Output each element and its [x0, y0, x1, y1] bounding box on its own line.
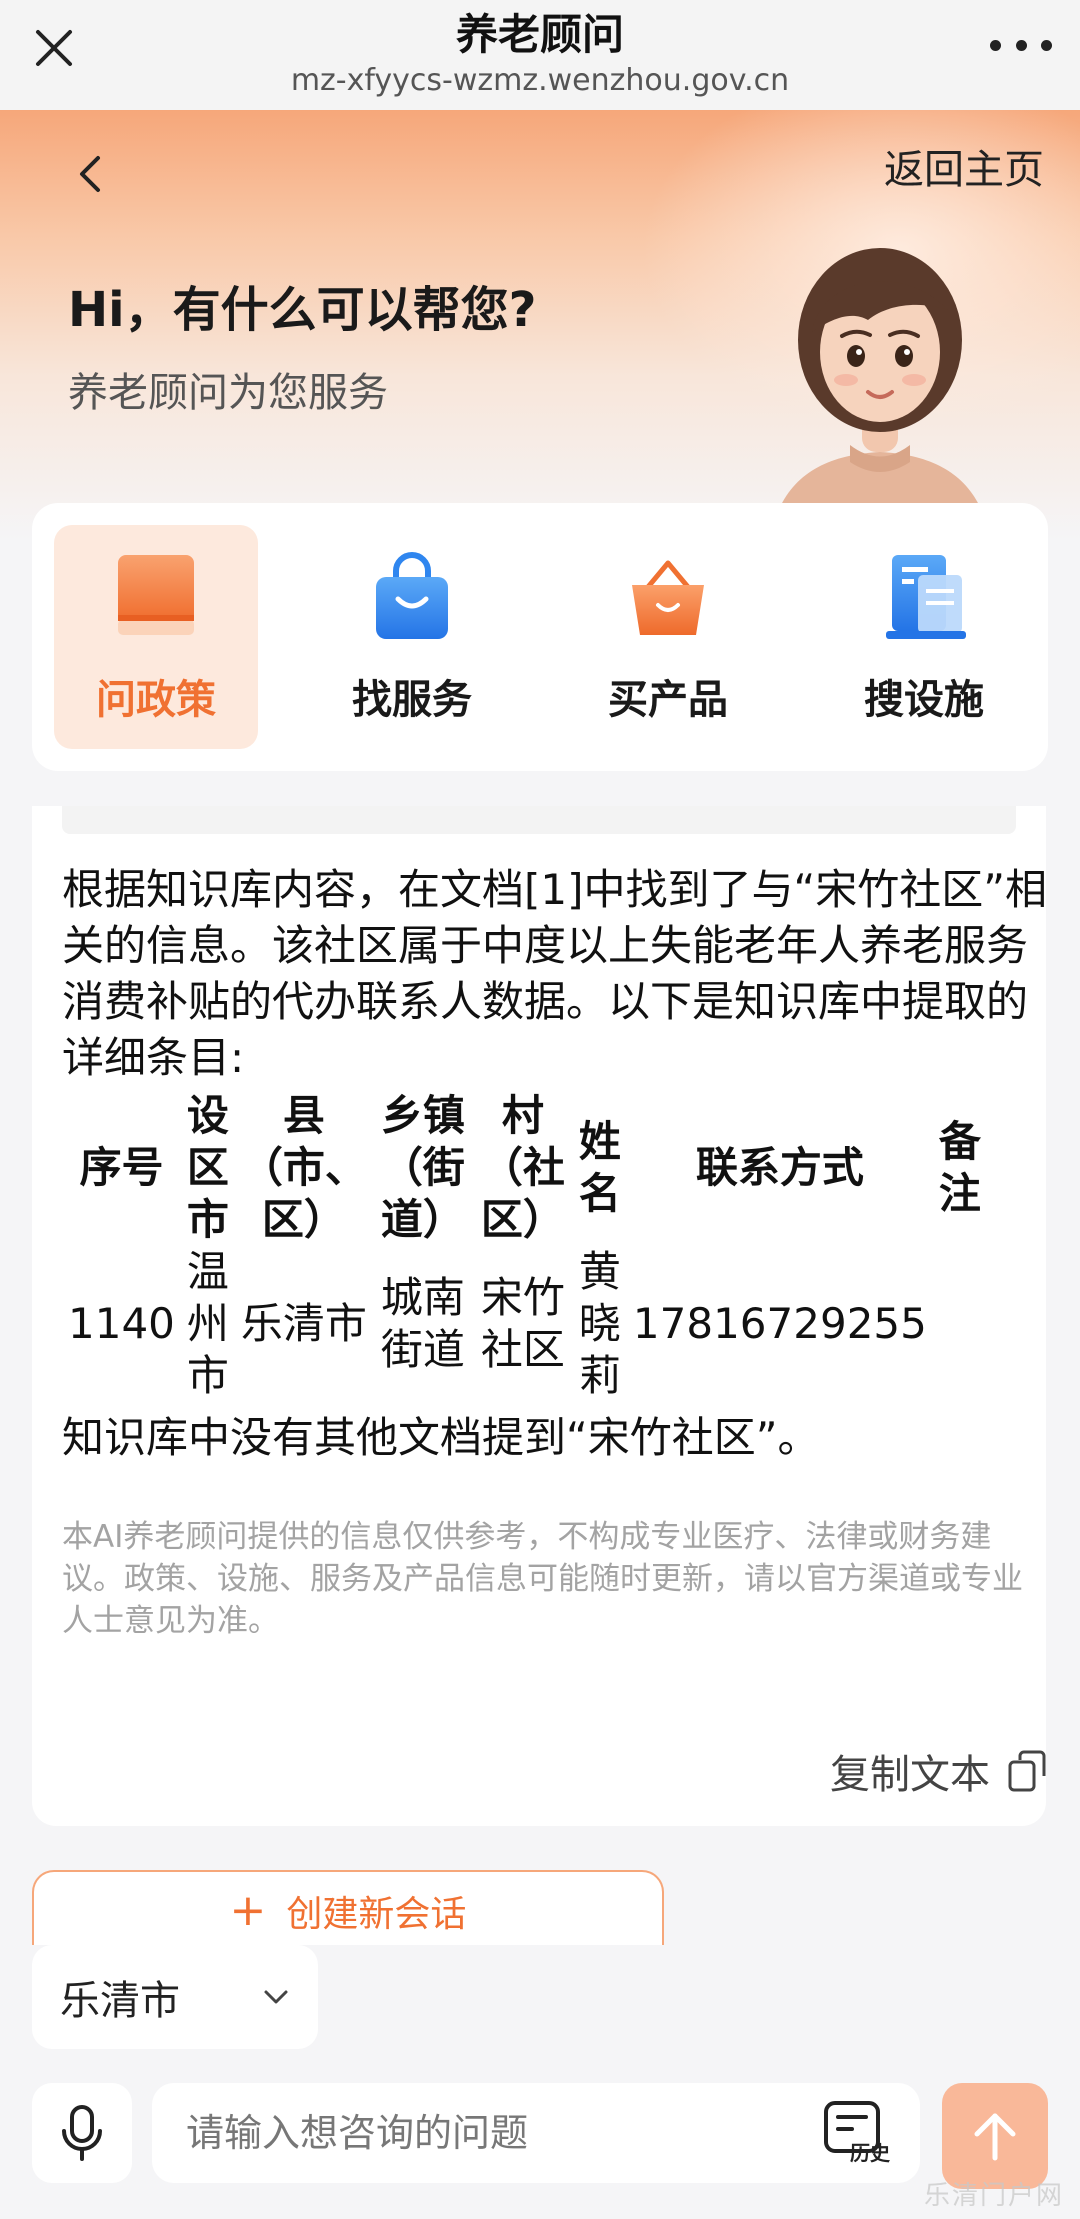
category-search-facility[interactable]: 搜设施: [822, 525, 1026, 749]
new-session-button[interactable]: + 创建新会话: [32, 1870, 664, 1950]
back-arrow-icon[interactable]: [70, 146, 110, 202]
greeting-subtitle: 养老顾问为您服务: [68, 370, 388, 416]
browser-titles: 养老顾问 mz-xfyycs-wzmz.wenzhou.gov.cn: [291, 9, 789, 101]
question-input[interactable]: [186, 2105, 746, 2161]
voice-input-button[interactable]: [32, 2083, 132, 2183]
col-header-county: 县（市、区）: [240, 1091, 367, 1244]
cell-town: 城南街道: [380, 1273, 465, 1374]
close-icon[interactable]: [28, 22, 80, 74]
city-select[interactable]: 乐清市: [32, 1945, 318, 2049]
assistant-avatar: [770, 248, 990, 540]
book-icon: [118, 555, 194, 635]
cell-index: 1140: [68, 1299, 175, 1348]
answer-card: 根据知识库内容，在文档[1]中找到了与“宋竹社区”相关的信息。该社区属于中度以上…: [32, 806, 1046, 1826]
kb-result-table: 序号 设区市 县（市、区） 乡镇（街道） 村（社区） 姓名 联系方式 备注 11…: [62, 1090, 987, 1402]
category-ask-policy[interactable]: 问政策: [54, 525, 258, 749]
microphone-icon: [62, 2105, 102, 2161]
col-header-index: 序号: [79, 1143, 164, 1192]
cell-village: 宋竹社区: [480, 1273, 565, 1374]
new-session-label: 创建新会话: [286, 1894, 467, 1935]
history-button[interactable]: 历史: [822, 2099, 892, 2171]
table-row: 1140 温州市 乐清市 城南街道 宋竹社区 黄晓莉 17816729255: [62, 1246, 987, 1402]
category-label: 问政策: [96, 677, 216, 723]
return-home-link[interactable]: 返回主页: [884, 140, 1044, 200]
chevron-down-icon: [264, 1990, 288, 2004]
reference-strip: [62, 806, 1016, 834]
answer-intro: 根据知识库内容，在文档[1]中找到了与“宋竹社区”相关的信息。该社区属于中度以上…: [62, 865, 1046, 1082]
cell-remark: [933, 1246, 987, 1402]
city-select-value: 乐清市: [60, 1978, 180, 2024]
category-label: 搜设施: [864, 677, 984, 723]
col-header-village: 村（社区）: [480, 1091, 565, 1244]
col-header-contact: 联系方式: [695, 1143, 864, 1192]
shopping-bag-icon: [376, 552, 448, 639]
col-header-name: 姓名: [578, 1117, 621, 1218]
plus-icon: +: [229, 1885, 267, 1936]
copy-icon: [1008, 1750, 1046, 1792]
send-button[interactable]: [942, 2083, 1048, 2189]
answer-body: 根据知识库内容，在文档[1]中找到了与“宋竹社区”相关的信息。该社区属于中度以上…: [62, 862, 1046, 1642]
basket-icon: [632, 560, 704, 635]
watermark: 乐清门户网: [923, 2181, 1064, 2211]
browser-bar: 养老顾问 mz-xfyycs-wzmz.wenzhou.gov.cn: [0, 0, 1080, 110]
disclaimer-text: 本AI养老顾问提供的信息仅供参考，不构成专业医疗、法律或财务建议。政策、设施、服…: [62, 1519, 1023, 1639]
category-buy-product[interactable]: 买产品: [566, 525, 770, 749]
cell-city: 温州市: [186, 1247, 229, 1400]
greeting-heading: Hi，有什么可以帮您?: [68, 282, 537, 338]
more-options-icon[interactable]: [990, 30, 1052, 60]
table-header-row: 序号 设区市 县（市、区） 乡镇（街道） 村（社区） 姓名 联系方式 备注: [62, 1090, 987, 1246]
category-find-service[interactable]: 找服务: [310, 525, 514, 749]
copy-text-label: 复制文本: [830, 1752, 990, 1798]
col-header-remark: 备注: [938, 1117, 981, 1218]
arrow-up-icon: [974, 2113, 1016, 2161]
col-header-city: 设区市: [186, 1091, 229, 1244]
category-label: 找服务: [352, 677, 472, 723]
history-label: 历史: [850, 2141, 890, 2165]
hero-banner: 返回主页 Hi，有什么可以帮您? 养老顾问为您服务: [0, 110, 1080, 540]
page-url: mz-xfyycs-wzmz.wenzhou.gov.cn: [290, 63, 790, 98]
category-label: 买产品: [608, 677, 728, 723]
cell-county: 乐清市: [240, 1299, 367, 1348]
category-card: 问政策 找服务 买产品 搜设施: [32, 503, 1048, 771]
question-input-box: 历史: [152, 2083, 920, 2183]
col-header-town: 乡镇（街道）: [380, 1091, 465, 1244]
page-title: 养老顾问: [455, 10, 624, 59]
building-document-icon: [886, 555, 966, 639]
cell-name: 黄晓莉: [578, 1247, 621, 1400]
answer-closing: 知识库中没有其他文档提到“宋竹社区”。: [62, 1413, 820, 1462]
copy-text-button[interactable]: 复制文本: [830, 1742, 1046, 1800]
cell-contact: 17816729255: [632, 1299, 927, 1348]
